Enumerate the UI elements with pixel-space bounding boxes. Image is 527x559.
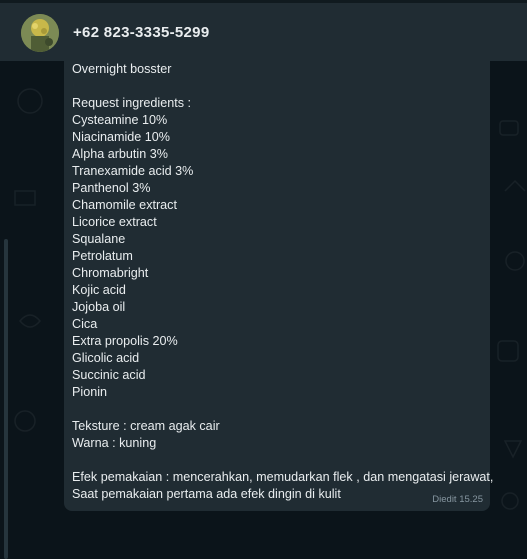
edited-label: Diedit [432,494,457,505]
message-line: Licorice extract [72,215,157,229]
message-line: Efek pemakaian : mencerahkan, memudarkan… [72,470,494,484]
message-line: Niacinamide 10% [72,130,171,144]
scrollbar[interactable] [4,239,8,559]
message-text: Overnight bosster Request ingredients : Cy… [72,61,494,503]
message-line: Warna : kuning [72,436,157,450]
message-line: Panthenol 3% [72,181,151,195]
message-line [72,401,482,418]
chat-header[interactable]: +62 823-3335-5299 [0,0,527,61]
message-line [72,78,482,95]
message-line: Tranexamide acid 3% [72,164,194,178]
message-line: Succinic acid [72,368,146,382]
contact-name[interactable]: +62 823-3335-5299 [73,24,209,41]
message-line: Kojic acid [72,283,126,297]
message-line: Glicolic acid [72,351,140,365]
message-time: 15.25 [459,494,483,505]
message-line: Alpha arbutin 3% [72,147,168,161]
message-line: Pionin [72,385,108,399]
message-line: Petrolatum [72,249,133,263]
message-bubble[interactable]: Overnight bosster Request ingredients : Cy… [64,53,494,511]
message-line: Extra propolis 20% [72,334,178,348]
message-meta: Diedit 15.25 [432,494,483,505]
message-line: Chamomile extract [72,198,177,212]
message-line: Saat pemakaian pertama ada efek dingin d… [72,487,341,501]
message-line: Jojoba oil [72,300,126,314]
contact-avatar[interactable] [21,14,59,52]
message-line: Cica [72,317,98,331]
message-line: Teksture : cream agak cair [72,419,220,433]
message-line: Squalane [72,232,126,246]
message-line: Overnight bosster [72,62,172,76]
message-line: Chromabright [72,266,149,280]
message-line: Request ingredients : [72,96,192,110]
message-line [72,452,482,469]
message-line: Cysteamine 10% [72,113,168,127]
